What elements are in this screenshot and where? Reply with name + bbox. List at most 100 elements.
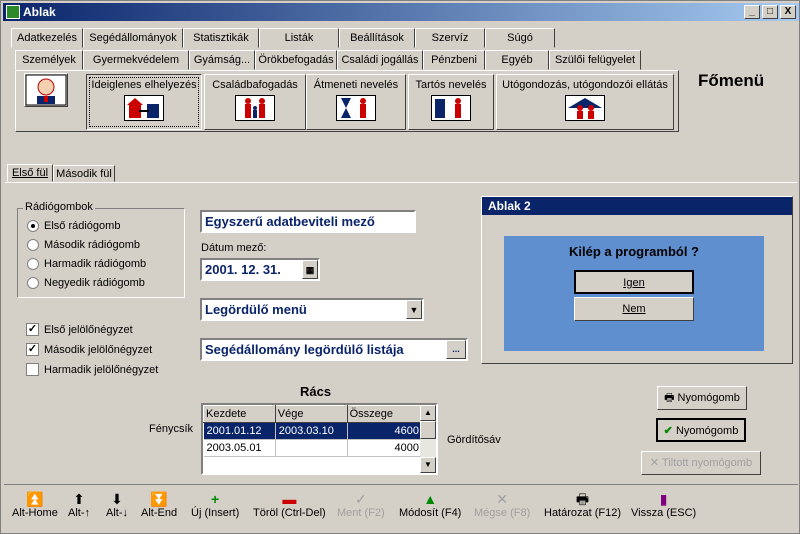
date-value: 2001. 12. 31. bbox=[205, 262, 281, 277]
minimize-button[interactable]: _ bbox=[744, 5, 760, 19]
cell[interactable]: 4600 bbox=[347, 422, 424, 440]
tab-masodik-ful[interactable]: Második fül bbox=[53, 165, 115, 182]
minus-icon: ▬ bbox=[282, 491, 297, 507]
tab-orokbefogadas[interactable]: Örökbefogadás bbox=[255, 50, 337, 70]
ellipsis-button[interactable]: ... bbox=[446, 340, 466, 359]
triangle-up-icon: ▲ bbox=[423, 491, 438, 507]
col-osszege[interactable]: Összege bbox=[346, 405, 424, 423]
modify-label: Módosít (F4) bbox=[399, 507, 462, 519]
back-label: Vissza (ESC) bbox=[631, 507, 697, 519]
utogondozas-button[interactable]: Utógondozás, utógondozói ellátás bbox=[496, 74, 674, 130]
tab-penzbeni[interactable]: Pénzbeni bbox=[423, 50, 485, 70]
checkbox-1-box[interactable]: ✓ bbox=[26, 323, 39, 336]
dropdown-field[interactable]: Legördülő menü ▼ bbox=[200, 298, 424, 321]
print-button[interactable]: 🖶 Nyomógomb bbox=[657, 386, 747, 410]
checkbox-3[interactable]: Harmadik jelölőnégyzet bbox=[26, 363, 158, 376]
checkbox-1[interactable]: ✓ Első jelölőnégyzet bbox=[26, 323, 133, 336]
app-icon bbox=[6, 5, 20, 19]
main-menu-title: Főmenü bbox=[698, 71, 765, 90]
dialog-ablak2: Ablak 2 Kilép a programból ? Igen Nem bbox=[481, 196, 793, 364]
tab-sugo[interactable]: Súgó bbox=[485, 28, 555, 48]
grid-scrollbar[interactable]: ▲ ▼ bbox=[420, 405, 436, 473]
tab-elso-ful[interactable]: Első fül bbox=[7, 164, 53, 182]
cell[interactable]: 2003.03.10 bbox=[275, 422, 348, 440]
tab-szuloi-felugyelet[interactable]: Szülői felügyelet bbox=[549, 50, 641, 70]
alt-down-button[interactable]: ⬇ Alt-↓ bbox=[106, 491, 128, 519]
tab-beallitasok[interactable]: Beállítások bbox=[339, 28, 415, 48]
radio-1[interactable]: Első rádiógomb bbox=[27, 220, 120, 232]
checkbox-2-box[interactable]: ✓ bbox=[26, 343, 39, 356]
chevron-down-icon[interactable]: ▼ bbox=[406, 300, 422, 319]
back-button[interactable]: ▮ Vissza (ESC) bbox=[631, 491, 696, 519]
col-vege[interactable]: Vége bbox=[274, 405, 348, 423]
aux-dropdown-field[interactable]: Segédállomány legördülő listája ... bbox=[200, 338, 468, 361]
scroll-thumb[interactable] bbox=[420, 421, 436, 439]
tab-statisztikak[interactable]: Statisztikák bbox=[183, 28, 259, 48]
data-grid[interactable]: Kezdete Vége Összege 2001.01.12 2003.03.… bbox=[201, 403, 438, 475]
main-window: Ablak _ □ X Adatkezelés Segédállományok … bbox=[0, 0, 800, 534]
alt-end-button[interactable]: ⏬ Alt-End bbox=[141, 491, 177, 519]
radio-2-dot[interactable] bbox=[27, 239, 39, 251]
radio-3-dot[interactable] bbox=[27, 258, 39, 270]
window-title: Ablak bbox=[23, 5, 56, 19]
tab-segedallomanyok[interactable]: Segédállományok bbox=[83, 28, 183, 48]
checkbox-3-box[interactable] bbox=[26, 363, 39, 376]
alt-home-button[interactable]: ⏫ Alt-Home bbox=[12, 491, 58, 519]
family-icon bbox=[235, 95, 275, 121]
date-field[interactable]: 2001. 12. 31. ▦ bbox=[200, 258, 320, 281]
table-row[interactable]: 2001.01.12 2003.03.10 4600 bbox=[203, 422, 424, 440]
tartos-neveles-button[interactable]: Tartós nevelés bbox=[408, 74, 494, 130]
checkbox-2[interactable]: ✓ Második jelölőnégyzet bbox=[26, 343, 152, 356]
person-button[interactable] bbox=[24, 73, 68, 107]
calendar-icon[interactable]: ▦ bbox=[302, 260, 318, 279]
cell[interactable]: 2003.05.01 bbox=[203, 439, 276, 457]
col-kezdete[interactable]: Kezdete bbox=[203, 405, 276, 423]
radio-4-dot[interactable] bbox=[27, 277, 39, 289]
grid-title: Rács bbox=[300, 384, 332, 399]
maximize-button[interactable]: □ bbox=[762, 5, 778, 19]
tab-adatkezeles[interactable]: Adatkezelés bbox=[11, 28, 83, 48]
cell[interactable]: 4000 bbox=[347, 439, 424, 457]
house-transfer-icon bbox=[124, 95, 164, 121]
tab-szemelyek[interactable]: Személyek bbox=[15, 50, 83, 70]
scroll-down-icon[interactable]: ▼ bbox=[420, 457, 436, 473]
tab-egyeb[interactable]: Egyéb bbox=[485, 50, 549, 70]
alt-up-button[interactable]: ⬆ Alt-↑ bbox=[68, 491, 90, 519]
simple-input[interactable]: Egyszerű adatbeviteli mező bbox=[200, 210, 416, 233]
csaladbafogadas-button[interactable]: Családbafogadás bbox=[204, 74, 306, 130]
radio-3[interactable]: Harmadik rádiógomb bbox=[27, 258, 146, 270]
tab-gyermekvedelem[interactable]: Gyermekvédelem bbox=[83, 50, 189, 70]
yes-button[interactable]: Igen bbox=[574, 270, 694, 294]
scrollbar-label: Gördítősáv bbox=[447, 434, 501, 446]
tab-csaladi-jogallas[interactable]: Családi jogállás bbox=[337, 50, 423, 70]
radio-1-dot[interactable] bbox=[27, 220, 39, 232]
tab-szerviz[interactable]: Szervíz bbox=[415, 28, 485, 48]
decision-button[interactable]: 🖶 Határozat (F12) bbox=[544, 491, 621, 519]
table-row[interactable]: 2003.05.01 4000 bbox=[203, 439, 424, 457]
arrow-up-icon: ⬆ bbox=[73, 491, 85, 507]
arrow-down-icon: ⬇ bbox=[111, 491, 123, 507]
ok-button[interactable]: ✔ Nyomógomb bbox=[656, 418, 746, 442]
ok-button-label: Nyomógomb bbox=[675, 425, 739, 437]
cancel-label: Mégse (F8) bbox=[474, 507, 531, 519]
close-button[interactable]: X bbox=[780, 5, 796, 19]
tab-listak[interactable]: Listák bbox=[259, 28, 339, 48]
yes-label: Igen bbox=[623, 277, 645, 289]
dialog-body: Kilép a programból ? Igen Nem bbox=[504, 236, 764, 351]
disabled-x-icon: ✕ bbox=[649, 457, 662, 469]
save-button: ✓ Ment (F2) bbox=[337, 491, 385, 519]
delete-button[interactable]: ▬ Töröl (Ctrl-Del) bbox=[253, 491, 326, 519]
no-button[interactable]: Nem bbox=[574, 297, 694, 321]
tab-gyamsag[interactable]: Gyámság... bbox=[189, 50, 255, 70]
radio-4[interactable]: Negyedik rádiógomb bbox=[27, 277, 145, 289]
cell[interactable]: 2001.01.12 bbox=[203, 422, 276, 440]
modify-button[interactable]: ▲ Módosít (F4) bbox=[399, 491, 461, 519]
radio-2[interactable]: Második rádiógomb bbox=[27, 239, 140, 251]
family-door-icon bbox=[431, 95, 471, 121]
alt-home-label: Alt-Home bbox=[12, 507, 58, 519]
atmeneti-neveles-button[interactable]: Átmeneti nevelés bbox=[306, 74, 406, 130]
cell[interactable] bbox=[275, 439, 348, 457]
scroll-up-icon[interactable]: ▲ bbox=[420, 405, 436, 421]
ideiglenes-elhelyezes-button[interactable]: Ideiglenes elhelyezés bbox=[86, 74, 202, 130]
new-button[interactable]: + Új (Insert) bbox=[191, 491, 239, 519]
